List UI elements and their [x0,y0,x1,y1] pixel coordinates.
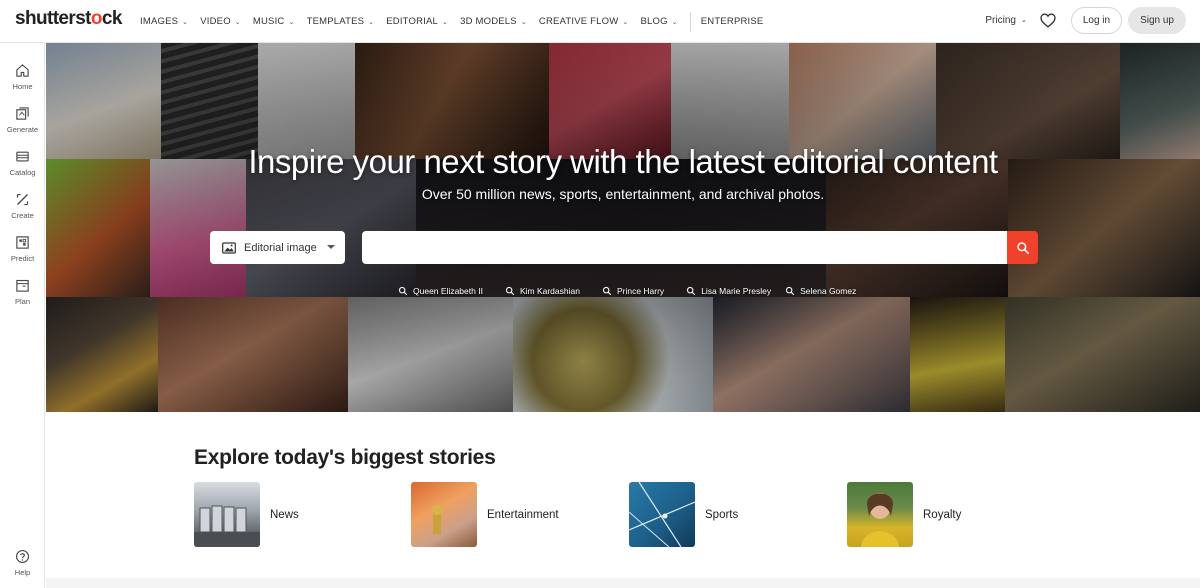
sidebar-item-predict[interactable]: Predict [0,235,45,263]
hero-title: Inspire your next story with the latest … [248,143,998,180]
nav-divider [689,11,691,32]
home-icon [16,64,29,77]
nav-video[interactable]: VIDEO ⌄ [200,16,241,27]
next-section-edge [46,578,1200,588]
story-card-entertainment[interactable]: Entertainment [411,482,559,547]
story-thumbnail [194,482,260,547]
sidebar-item-label: Plan [14,297,30,306]
signup-button[interactable]: Sign up [1128,6,1186,34]
image-icon [222,241,236,254]
trending-search-link[interactable]: Selena Gomez [785,286,856,296]
chevron-down-icon: ⌄ [234,18,241,26]
search-type-label: Editorial image [244,241,317,254]
stories-heading: Explore today's biggest stories [194,446,496,469]
sidebar-item-label: Create [11,211,34,220]
story-label: Royalty [923,508,962,521]
sidebar-item-plan[interactable]: Plan [0,278,45,306]
shutterstock-logo[interactable]: shutterstock [15,8,122,30]
hero-dark-overlay [46,43,1200,412]
trending-search-link[interactable]: Prince Harry [602,286,664,296]
catalog-icon [16,151,29,162]
plan-icon [16,279,29,292]
pricing-menu[interactable]: Pricing ⌄ [985,15,1026,26]
sidebar-item-label: Generate [6,125,39,134]
story-card-royalty[interactable]: Royalty [847,482,961,547]
story-label: News [270,508,299,521]
story-thumbnail [847,482,913,547]
sidebar-item-label: Home [12,82,33,91]
chevron-down-icon: ⌄ [368,18,375,26]
story-card-sports[interactable]: Sports [629,482,738,547]
nav-creative-flow[interactable]: CREATIVE FLOW ⌄ [539,16,629,27]
chevron-down-icon: ⌄ [442,18,449,26]
hero-subtitle: Over 50 million news, sports, entertainm… [421,186,825,202]
search-button[interactable] [1007,231,1038,264]
main-nav-links: IMAGES ⌄ VIDEO ⌄ MUSIC ⌄ TEMPLATES ⌄ EDITORI… [140,0,775,43]
search-icon [398,286,408,296]
search-icon [786,286,795,296]
story-thumbnail [411,482,477,547]
trending-search-link[interactable]: Kim Kardashian [505,286,580,296]
story-card-news[interactable]: News [194,482,299,547]
chevron-down-icon: ⌄ [288,18,295,26]
nav-enterprise[interactable]: ENTERPRISE [701,16,764,27]
generate-icon [16,107,29,120]
top-navigation: shutterstock IMAGES ⌄ VIDEO ⌄ MUSIC ⌄ TEMPL… [0,0,1200,43]
chevron-down-icon: ⌄ [520,18,527,26]
trending-searches: Queen Elizabeth II Kim Kardashian Prince… [398,286,878,296]
predict-icon [16,236,29,249]
sidebar-item-home[interactable]: Home [0,63,45,91]
nav-blog[interactable]: BLOG ⌄ [640,16,677,27]
chevron-down-icon: ⌄ [182,18,189,26]
chevron-down-icon: ⌄ [671,18,678,26]
account-actions: Pricing ⌄ Log in Sign up [985,6,1186,34]
search-bar: Editorial image [210,231,1038,265]
nav-editorial[interactable]: EDITORIAL ⌄ [386,16,448,27]
left-sidebar: Home Generate Catalog Create Predict Pla… [0,43,45,588]
login-button[interactable]: Log in [1070,6,1123,34]
sidebar-item-catalog[interactable]: Catalog [0,149,45,177]
search-icon [1016,241,1029,254]
nav-3d-models[interactable]: 3D MODELS ⌄ [460,16,527,27]
sidebar-item-label: Catalog [9,168,36,177]
hero-banner: Inspire your next story with the latest … [46,43,1200,412]
search-icon [687,286,696,296]
sidebar-item-create[interactable]: Create [0,192,45,220]
create-icon [16,193,29,206]
nav-templates[interactable]: TEMPLATES ⌄ [307,16,375,27]
sidebar-item-label: Predict [10,254,35,263]
trending-search-link[interactable]: Queen Elizabeth II [398,286,483,296]
search-icon [602,286,612,296]
caret-down-icon [327,245,335,249]
story-thumbnail [629,482,695,547]
nav-music[interactable]: MUSIC ⌄ [253,16,295,27]
story-label: Entertainment [487,508,559,521]
chevron-down-icon: ⌄ [1020,17,1027,24]
sidebar-item-label: Help [14,568,31,577]
sidebar-item-generate[interactable]: Generate [0,106,45,134]
nav-images[interactable]: IMAGES ⌄ [140,16,188,27]
search-input[interactable] [362,231,1007,264]
story-label: Sports [705,508,739,521]
favorites-heart-icon[interactable] [1037,9,1059,31]
help-icon [16,550,29,563]
trending-search-link[interactable]: Lisa Marie Presley [686,286,771,296]
search-icon [505,286,515,296]
search-type-dropdown[interactable]: Editorial image [210,231,345,264]
sidebar-item-help[interactable]: Help [0,549,45,577]
chevron-down-icon: ⌄ [622,18,629,26]
